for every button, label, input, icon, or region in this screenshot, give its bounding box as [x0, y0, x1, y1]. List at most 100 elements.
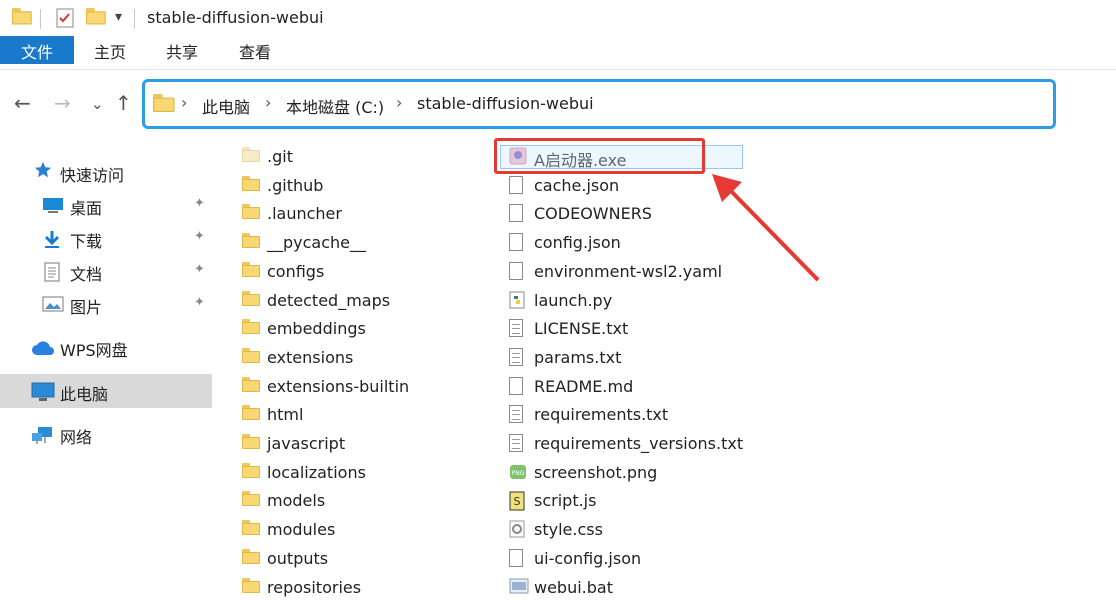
file-item[interactable]: LICENSE.txt: [509, 315, 809, 343]
up-button[interactable]: ↑: [115, 93, 132, 113]
folder-item[interactable]: extensions: [242, 344, 472, 372]
file-name: environment-wsl2.yaml: [534, 261, 723, 281]
folder-icon: [242, 548, 260, 564]
folder-item[interactable]: configs: [242, 258, 472, 286]
folder-item[interactable]: modules: [242, 516, 472, 544]
ribbon: 文件 主页 共享 查看: [0, 36, 1116, 70]
file-item[interactable]: ui-config.json: [509, 545, 809, 573]
pin-icon[interactable]: ✦: [194, 295, 205, 310]
address-bar[interactable]: › 此电脑 › 本地磁盘 (C:) › stable-diffusion-web…: [142, 79, 1056, 129]
breadcrumb-this-pc[interactable]: 此电脑: [202, 94, 250, 118]
file-name: LICENSE.txt: [534, 319, 629, 339]
file-name: screenshot.png: [534, 462, 658, 482]
folder-name: localizations: [267, 462, 366, 482]
highlight-annotation-box: [494, 138, 705, 174]
folder-item[interactable]: detected_maps: [242, 287, 472, 315]
file-name: README.md: [534, 376, 634, 396]
desktop-icon: [42, 196, 64, 218]
file-item[interactable]: requirements.txt: [509, 401, 809, 429]
breadcrumb-separator: ›: [181, 93, 188, 112]
file-icon: [509, 233, 523, 252]
sidebar-item-desktop[interactable]: 桌面 ✦: [0, 189, 212, 221]
properties-icon[interactable]: [56, 8, 74, 32]
forward-button[interactable]: →: [54, 93, 71, 113]
python-icon: [509, 291, 525, 313]
folder-item[interactable]: .github: [242, 172, 472, 200]
pin-icon[interactable]: ✦: [194, 262, 205, 277]
file-name: requirements.txt: [534, 405, 669, 425]
computer-icon: [31, 382, 55, 406]
folder-item[interactable]: extensions-builtin: [242, 373, 472, 401]
file-name: cache.json: [534, 175, 620, 195]
sidebar-item-network[interactable]: 网络: [0, 418, 212, 450]
folder-name: .git: [267, 147, 293, 166]
folder-name: .github: [267, 175, 324, 195]
file-icon: [509, 175, 523, 194]
sidebar-item-label: 此电脑: [60, 385, 109, 404]
folder-icon: [242, 319, 260, 335]
svg-text:PNG: PNG: [512, 470, 525, 477]
folder-icon: [242, 261, 260, 277]
folder-item[interactable]: .git: [242, 143, 472, 171]
folder-name: __pycache__: [267, 233, 367, 253]
title-bar: ▾ stable-diffusion-webui: [0, 0, 1116, 36]
folder-icon: [242, 147, 260, 162]
folder-item[interactable]: models: [242, 487, 472, 515]
folder-name: javascript: [267, 434, 346, 453]
folder-item[interactable]: outputs: [242, 545, 472, 573]
sidebar-item-wps-drive[interactable]: WPS网盘: [0, 331, 212, 363]
folder-item[interactable]: repositories: [242, 574, 472, 600]
cloud-icon: [31, 340, 55, 360]
folder-item[interactable]: embeddings: [242, 315, 472, 343]
tab-file[interactable]: 文件: [0, 36, 74, 64]
sidebar-item-label: 文档: [70, 265, 103, 284]
pin-icon[interactable]: ✦: [194, 196, 205, 211]
file-item[interactable]: launch.py: [509, 287, 809, 315]
tab-view[interactable]: 查看: [225, 36, 285, 70]
file-item[interactable]: requirements_versions.txt: [509, 430, 809, 458]
folder-icon: [242, 491, 260, 507]
network-icon: [31, 425, 55, 449]
file-item[interactable]: style.css: [509, 516, 809, 544]
folder-icon: [242, 405, 260, 421]
sidebar-item-pictures[interactable]: 图片 ✦: [0, 288, 212, 320]
quick-access-dropdown-icon[interactable]: ▾: [115, 9, 122, 25]
folder-icon: [242, 520, 260, 536]
file-name: config.json: [534, 233, 621, 253]
folder-icon: [242, 204, 260, 220]
folder-name: extensions: [267, 347, 354, 367]
bat-icon: [509, 578, 529, 598]
sidebar-item-this-pc[interactable]: 此电脑: [0, 374, 212, 408]
back-button[interactable]: ←: [14, 93, 31, 113]
new-folder-icon[interactable]: [86, 8, 106, 25]
annotation-arrow: [712, 174, 820, 282]
folder-icon: [242, 434, 260, 449]
text-file-icon: [509, 434, 523, 452]
breadcrumb-current-folder[interactable]: stable-diffusion-webui: [417, 94, 594, 113]
folder-icon[interactable]: [12, 8, 32, 25]
folder-item[interactable]: localizations: [242, 459, 472, 487]
tab-share[interactable]: 共享: [152, 36, 212, 70]
recent-locations-button[interactable]: ⌄: [91, 94, 104, 114]
folder-item[interactable]: javascript: [242, 430, 472, 458]
sidebar-item-quick-access[interactable]: 快速访问: [0, 156, 212, 188]
file-item[interactable]: webui.bat: [509, 574, 809, 600]
file-item[interactable]: Sscript.js: [509, 487, 809, 515]
folder-item[interactable]: html: [242, 401, 472, 429]
svg-text:S: S: [514, 495, 521, 508]
folder-item[interactable]: __pycache__: [242, 229, 472, 257]
file-icon: [509, 376, 523, 395]
folder-item[interactable]: .launcher: [242, 200, 472, 228]
file-item[interactable]: params.txt: [509, 344, 809, 372]
file-item[interactable]: PNG screenshot.png: [509, 459, 809, 487]
tab-home[interactable]: 主页: [80, 36, 140, 70]
sidebar-item-documents[interactable]: 文档 ✦: [0, 255, 212, 287]
file-item[interactable]: README.md: [509, 373, 809, 401]
folder-name: outputs: [267, 548, 329, 568]
breadcrumb-local-disk[interactable]: 本地磁盘 (C:): [286, 94, 384, 118]
sidebar-item-label: 下载: [70, 232, 103, 251]
documents-icon: [44, 262, 60, 286]
pin-icon[interactable]: ✦: [194, 229, 205, 244]
sidebar-item-downloads[interactable]: 下载 ✦: [0, 222, 212, 254]
folder-icon: [242, 577, 260, 593]
